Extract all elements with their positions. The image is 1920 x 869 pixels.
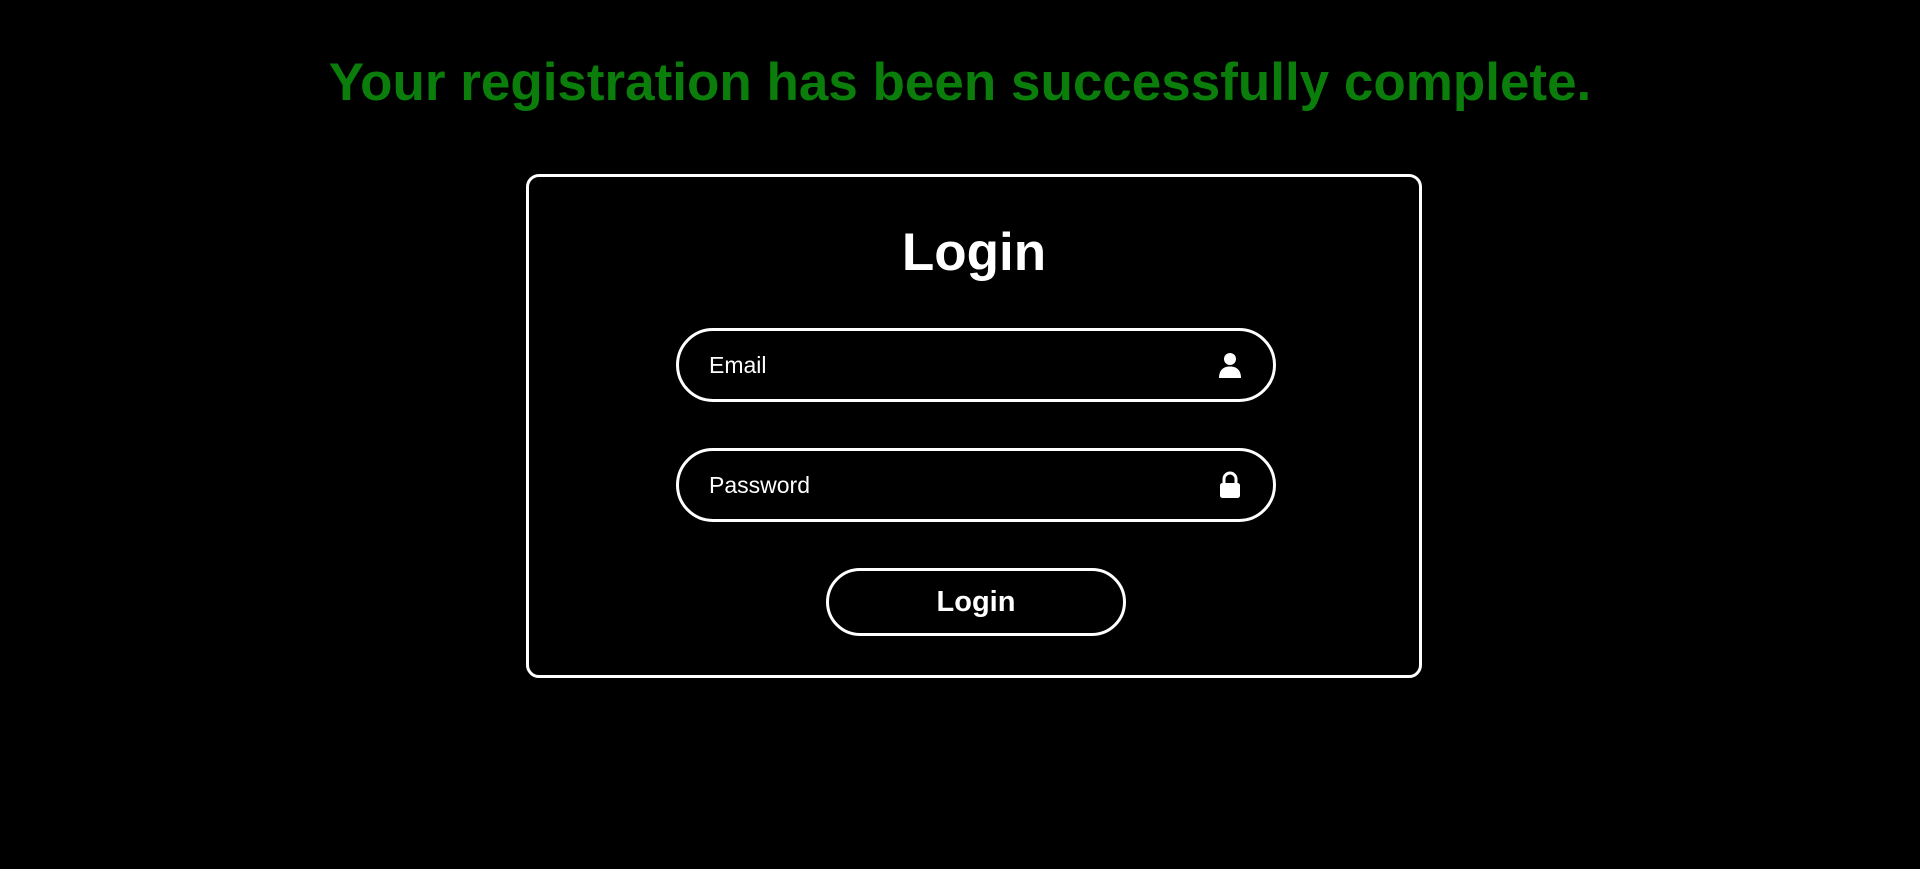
login-form: Login Login — [526, 174, 1422, 678]
login-button[interactable]: Login — [826, 568, 1126, 636]
lock-icon — [1217, 471, 1243, 499]
password-input[interactable] — [679, 451, 1273, 519]
login-title: Login — [901, 223, 1047, 282]
email-input[interactable] — [679, 331, 1273, 399]
page: Your registration has been successfully … — [0, 0, 1920, 869]
password-field-wrapper — [676, 448, 1276, 522]
registration-success-message: Your registration has been successfully … — [328, 53, 1592, 112]
email-field-wrapper — [676, 328, 1276, 402]
user-icon — [1217, 351, 1243, 379]
